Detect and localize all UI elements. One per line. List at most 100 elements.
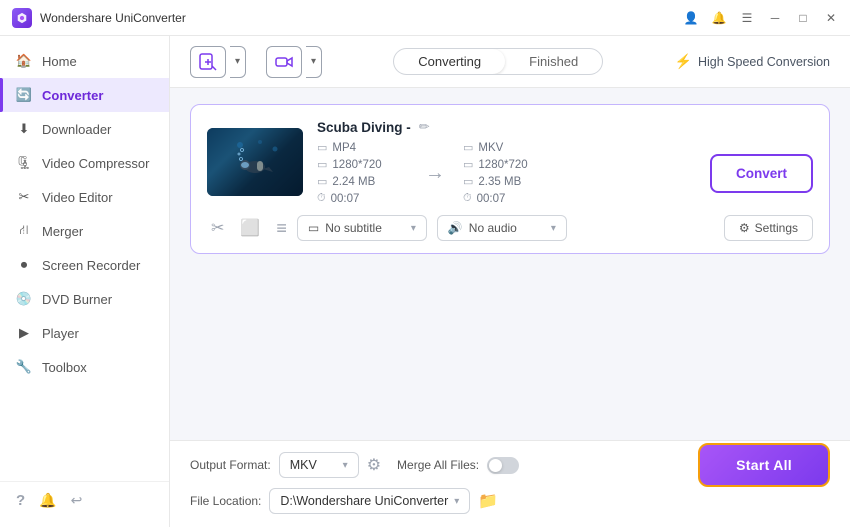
compress-icon: 🗜 bbox=[16, 155, 32, 171]
feedback-icon[interactable]: ↩ bbox=[71, 492, 83, 509]
audio-select[interactable]: 🔊 No audio ▾ bbox=[437, 215, 567, 241]
output-size: ▭ 2.35 MB bbox=[463, 175, 573, 188]
add-file-button[interactable] bbox=[190, 46, 226, 78]
effects-action-icon[interactable]: ≡ bbox=[276, 218, 287, 239]
sidebar-label-downloader: Downloader bbox=[42, 122, 111, 137]
sidebar-item-screen-recorder[interactable]: ⏺ Screen Recorder bbox=[0, 248, 169, 282]
output-format-value: MKV bbox=[290, 458, 317, 472]
subtitle-select[interactable]: ▭ No subtitle ▾ bbox=[297, 215, 427, 241]
convert-arrow: → bbox=[407, 162, 463, 185]
settings-button[interactable]: ⚙ Settings bbox=[724, 215, 813, 241]
sidebar-item-home[interactable]: 🏠 Home bbox=[0, 44, 169, 78]
merge-toggle[interactable] bbox=[487, 457, 519, 474]
cut-action-icon[interactable]: ✂ bbox=[211, 218, 224, 238]
out-res-icon: ▭ bbox=[463, 158, 473, 171]
title-bar-left: Wondershare UniConverter bbox=[12, 8, 186, 28]
menu-icon[interactable]: ☰ bbox=[740, 11, 754, 25]
input-format: ▭ MP4 bbox=[317, 141, 407, 154]
dvd-icon: 💿 bbox=[16, 291, 32, 307]
file-title: Scuba Diving - bbox=[317, 120, 411, 135]
sidebar-item-toolbox[interactable]: 🔧 Toolbox bbox=[0, 350, 169, 384]
high-speed-conversion[interactable]: ⚡ High Speed Conversion bbox=[675, 53, 830, 70]
location-dropdown-arrow: ▾ bbox=[454, 496, 459, 507]
sidebar-label-toolbox: Toolbox bbox=[42, 360, 87, 375]
add-cam-dropdown-arrow[interactable]: ▾ bbox=[306, 46, 322, 78]
converter-icon: 🔄 bbox=[16, 87, 32, 103]
tab-finished[interactable]: Finished bbox=[505, 49, 602, 74]
input-format-value: MP4 bbox=[332, 142, 356, 154]
sidebar-label-converter: Converter bbox=[42, 88, 103, 103]
app-icon bbox=[12, 8, 32, 28]
toggle-knob bbox=[489, 459, 502, 472]
content-area: ▾ ▾ Converting Finished ⚡ Hi bbox=[170, 36, 850, 527]
sidebar-item-dvd-burner[interactable]: 💿 DVD Burner bbox=[0, 282, 169, 316]
out-size-icon: ▭ bbox=[463, 175, 473, 188]
sidebar-label-home: Home bbox=[42, 54, 77, 69]
maximize-button[interactable]: □ bbox=[796, 11, 810, 25]
sidebar-item-video-compressor[interactable]: 🗜 Video Compressor bbox=[0, 146, 169, 180]
sidebar-item-converter[interactable]: 🔄 Converter bbox=[0, 78, 169, 112]
file-card-actions: ✂ ⬜ ≡ bbox=[207, 218, 287, 239]
convert-button[interactable]: Convert bbox=[710, 154, 813, 193]
close-button[interactable]: ✕ bbox=[824, 11, 838, 25]
input-dur-value: 00:07 bbox=[331, 193, 360, 205]
file-list: Scuba Diving - ✏ ▭ MP4 ▭ bbox=[170, 88, 850, 440]
size-icon: ▭ bbox=[317, 175, 327, 188]
sidebar: 🏠 Home 🔄 Converter ⬇ Downloader 🗜 Video … bbox=[0, 36, 170, 527]
tab-container: Converting Finished bbox=[393, 48, 603, 75]
home-icon: 🏠 bbox=[16, 53, 32, 69]
play-icon: ▶ bbox=[16, 325, 32, 341]
format-icon: ▭ bbox=[317, 141, 327, 154]
input-size: ▭ 2.24 MB bbox=[317, 175, 407, 188]
record-icon: ⏺ bbox=[16, 257, 32, 273]
sidebar-item-merger[interactable]: ⛙ Merger bbox=[0, 214, 169, 248]
output-format-select[interactable]: MKV ▾ bbox=[279, 452, 359, 478]
dur-icon: ⏱ bbox=[317, 192, 326, 205]
output-format: ▭ MKV bbox=[463, 141, 573, 154]
bottom-row-2: File Location: D:\Wondershare UniConvert… bbox=[190, 485, 830, 517]
lightning-icon: ⚡ bbox=[675, 53, 692, 70]
add-file-dropdown-arrow[interactable]: ▾ bbox=[230, 46, 246, 78]
toolbox-icon: 🔧 bbox=[16, 359, 32, 375]
sidebar-item-video-editor[interactable]: ✂ Video Editor bbox=[0, 180, 169, 214]
input-size-value: 2.24 MB bbox=[332, 176, 375, 188]
bottom-bar: Output Format: MKV ▾ ⚙ Merge All Files: … bbox=[170, 440, 850, 527]
start-all-button[interactable]: Start All bbox=[698, 443, 830, 487]
subtitle-label: No subtitle bbox=[325, 221, 382, 235]
sidebar-item-downloader[interactable]: ⬇ Downloader bbox=[0, 112, 169, 146]
file-location-select[interactable]: D:\Wondershare UniConverter ▾ bbox=[269, 488, 470, 514]
sidebar-footer: ? 🔔 ↩ bbox=[0, 481, 169, 519]
input-resolution: ▭ 1280*720 bbox=[317, 158, 407, 171]
app-title: Wondershare UniConverter bbox=[40, 11, 186, 25]
input-meta: ▭ MP4 ▭ 1280*720 ▭ 2.24 MB bbox=[317, 141, 407, 205]
add-cam-group: ▾ bbox=[258, 46, 322, 78]
file-thumbnail bbox=[207, 128, 303, 196]
output-size-value: 2.35 MB bbox=[478, 176, 521, 188]
output-res-value: 1280*720 bbox=[478, 159, 527, 171]
sidebar-label-compressor: Video Compressor bbox=[42, 156, 149, 171]
folder-icon[interactable]: 📁 bbox=[478, 491, 498, 511]
sidebar-label-merger: Merger bbox=[42, 224, 83, 239]
notification-icon[interactable]: 🔔 bbox=[712, 11, 726, 25]
add-camera-button[interactable] bbox=[266, 46, 302, 78]
file-meta-row: ▭ MP4 ▭ 1280*720 ▭ 2.24 MB bbox=[317, 141, 813, 205]
sidebar-item-player[interactable]: ▶ Player bbox=[0, 316, 169, 350]
tab-converting[interactable]: Converting bbox=[394, 49, 505, 74]
crop-action-icon[interactable]: ⬜ bbox=[240, 218, 260, 238]
file-location-value: D:\Wondershare UniConverter bbox=[280, 494, 448, 508]
sidebar-label-player: Player bbox=[42, 326, 79, 341]
format-settings-icon[interactable]: ⚙ bbox=[367, 455, 381, 475]
user-icon[interactable]: 👤 bbox=[684, 11, 698, 25]
minimize-button[interactable]: ─ bbox=[768, 11, 782, 25]
file-card: Scuba Diving - ✏ ▭ MP4 ▭ bbox=[190, 104, 830, 254]
output-format-label: Output Format: bbox=[190, 458, 271, 472]
out-dur-icon: ⏱ bbox=[463, 192, 472, 205]
help-icon[interactable]: ? bbox=[16, 492, 25, 509]
high-speed-label: High Speed Conversion bbox=[698, 55, 830, 69]
output-format-value: MKV bbox=[478, 142, 503, 154]
bell-footer-icon[interactable]: 🔔 bbox=[39, 492, 56, 509]
edit-title-icon[interactable]: ✏ bbox=[419, 119, 430, 135]
title-bar: Wondershare UniConverter 👤 🔔 ☰ ─ □ ✕ bbox=[0, 0, 850, 36]
output-resolution: ▭ 1280*720 bbox=[463, 158, 573, 171]
file-title-row: Scuba Diving - ✏ bbox=[317, 119, 813, 135]
